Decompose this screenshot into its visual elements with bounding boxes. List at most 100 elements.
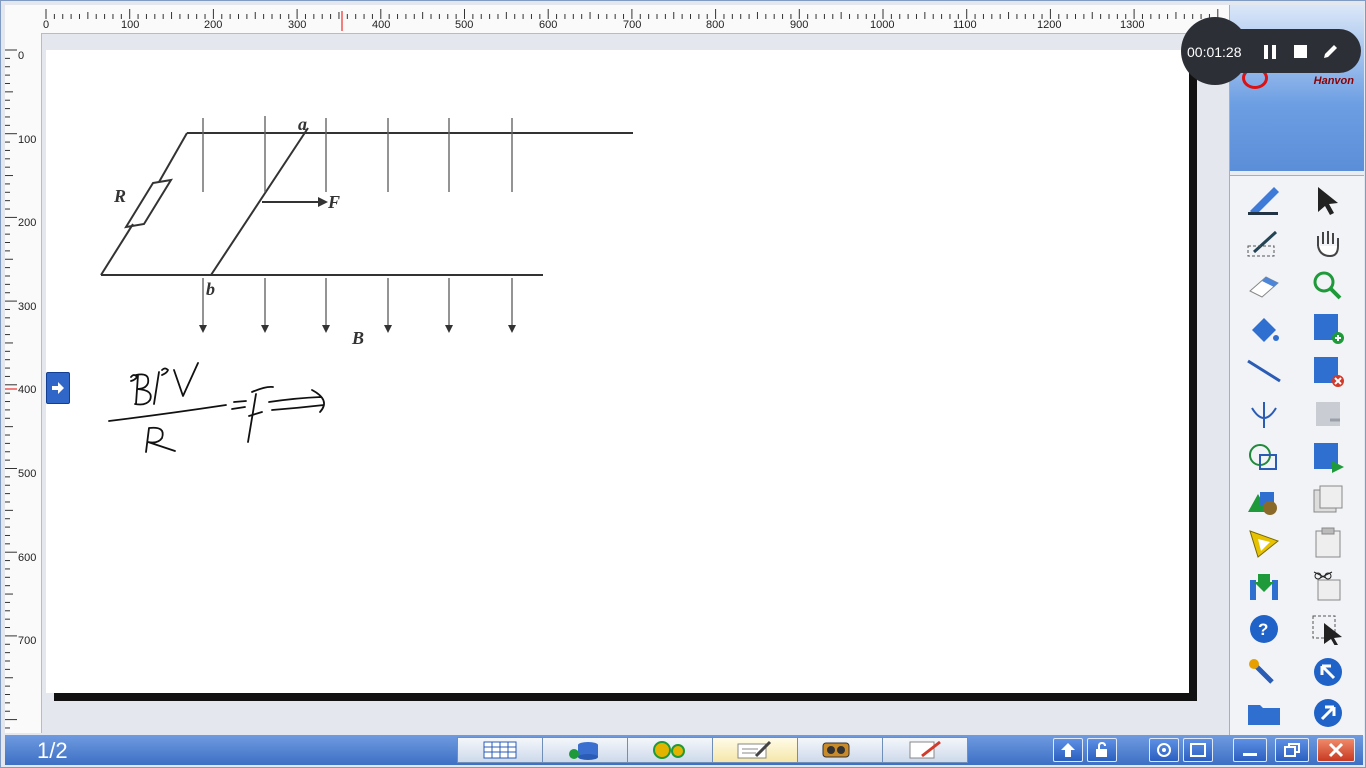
help-button[interactable]: ? <box>1244 610 1284 648</box>
ruler-tool-button[interactable] <box>1244 524 1284 562</box>
3d-shape-tool-button[interactable] <box>1244 481 1284 519</box>
ruler-label: 200 <box>18 217 37 229</box>
redo-icon <box>1314 699 1342 727</box>
redo-button[interactable] <box>1308 694 1348 732</box>
scissors-icon <box>1313 571 1341 601</box>
ruler-label: 200 <box>204 19 223 31</box>
add-page-button[interactable] <box>1308 309 1348 347</box>
pen-tool-button[interactable] <box>1244 180 1284 218</box>
hand-icon <box>1317 231 1339 258</box>
lock-button[interactable] <box>1087 738 1117 762</box>
next-page-button[interactable] <box>1308 438 1348 476</box>
close-button[interactable] <box>1317 738 1355 762</box>
add-page-icon <box>1314 314 1344 344</box>
fill-tool-button[interactable] <box>1244 309 1284 347</box>
screenshot-button[interactable] <box>1149 738 1179 762</box>
display-mode-button[interactable] <box>1183 738 1213 762</box>
axis-icon <box>1251 402 1277 428</box>
taskbar-tools-button[interactable] <box>627 737 713 763</box>
arrow-up-icon <box>1061 743 1075 757</box>
undo-button[interactable] <box>1308 653 1348 691</box>
ruler-label: 1300 <box>1120 19 1145 31</box>
stop-recording-button[interactable] <box>1291 43 1309 61</box>
ruler-label: 800 <box>706 19 725 31</box>
arrow-right-icon <box>52 382 64 394</box>
whiteboard-pen-icon <box>737 740 772 759</box>
ruler-label: 400 <box>18 384 37 396</box>
ruler-label: 100 <box>18 134 37 146</box>
open-folder-button[interactable] <box>1244 694 1284 732</box>
paint-bucket-icon <box>1252 318 1279 342</box>
cut-button[interactable] <box>1308 567 1348 605</box>
label-F: F <box>327 192 340 212</box>
ruler-label: 600 <box>18 552 37 564</box>
pause-recording-button[interactable] <box>1261 43 1279 61</box>
settings-button[interactable] <box>1244 653 1284 691</box>
import-icon <box>1250 574 1278 600</box>
ruler-label: 900 <box>790 19 809 31</box>
physics-diagram: R a b F B <box>100 114 633 453</box>
restore-button[interactable] <box>1275 738 1309 762</box>
line-icon <box>1247 359 1281 383</box>
pen-icon <box>1248 187 1279 215</box>
expand-panel-button[interactable] <box>46 372 70 404</box>
notepad-icon <box>909 740 941 759</box>
prev-page-button[interactable] <box>1308 395 1348 433</box>
unlock-icon <box>1096 742 1107 757</box>
label-b: b <box>206 279 215 299</box>
tool-sidebar: Hanvon ? <box>1229 5 1364 736</box>
zoom-tool-button[interactable] <box>1308 266 1348 304</box>
screen-recorder-widget: 00:01:28 <box>1181 17 1363 85</box>
shape-tool-button[interactable] <box>1244 438 1284 476</box>
taskbar-table-button[interactable] <box>457 737 543 763</box>
pause-icon <box>1264 45 1276 59</box>
whiteboard-canvas[interactable]: R a b F B <box>46 50 1189 693</box>
table-icon <box>483 741 517 759</box>
eraser-icon <box>1249 276 1279 298</box>
copy-page-button[interactable] <box>1308 481 1348 519</box>
undo-icon <box>1314 658 1342 686</box>
minimize-icon <box>1243 753 1257 756</box>
region-select-button[interactable] <box>1308 610 1348 648</box>
ruler-label: 600 <box>539 19 558 31</box>
recording-time: 00:01:28 <box>1187 44 1242 60</box>
handwriting-ink <box>108 362 325 453</box>
taskbar-whiteboard-button[interactable] <box>712 737 798 763</box>
minimize-button[interactable] <box>1233 738 1267 762</box>
ruler-label: 1000 <box>870 19 895 31</box>
taskbar-notes-button[interactable] <box>882 737 968 763</box>
pencil-icon <box>1324 45 1337 58</box>
folder-icon <box>1248 705 1280 725</box>
annotate-button[interactable] <box>1321 43 1339 61</box>
ruler-label: 1100 <box>953 19 977 31</box>
app-window: 0 100 200 300 400 500 600 700 800 900 10… <box>0 0 1366 768</box>
page-up-button[interactable] <box>1053 738 1083 762</box>
ruler-label: 700 <box>623 19 642 31</box>
delete-page-button[interactable] <box>1308 352 1348 390</box>
compass-tool-button[interactable] <box>1244 395 1284 433</box>
ruler-label: 300 <box>288 19 307 31</box>
close-icon <box>1328 742 1344 758</box>
line-tool-button[interactable] <box>1244 352 1284 390</box>
select-tool-button[interactable] <box>1308 180 1348 218</box>
delete-page-icon <box>1314 357 1344 387</box>
horizontal-ruler: 0 100 200 300 400 500 600 700 800 900 10… <box>5 5 1229 34</box>
region-select-icon <box>1312 615 1342 645</box>
cursor-icon <box>1318 187 1338 215</box>
ruler-label: 0 <box>18 50 25 62</box>
set-square-icon <box>1249 530 1280 558</box>
magnifier-icon <box>1313 271 1342 300</box>
brush-tool-button[interactable] <box>1244 223 1284 261</box>
paste-button[interactable] <box>1308 524 1348 562</box>
film-icon <box>822 742 850 758</box>
ruler-label: 0 <box>43 19 50 31</box>
taskbar-resources-button[interactable] <box>542 737 628 763</box>
label-a: a <box>298 114 307 134</box>
shapes-icon <box>1249 444 1277 470</box>
taskbar-media-button[interactable] <box>797 737 883 763</box>
stop-icon <box>1294 45 1307 58</box>
page-indicator: 1/2 <box>37 738 68 763</box>
pan-tool-button[interactable] <box>1308 223 1348 261</box>
import-tool-button[interactable] <box>1244 567 1284 605</box>
eraser-tool-button[interactable] <box>1244 266 1284 304</box>
